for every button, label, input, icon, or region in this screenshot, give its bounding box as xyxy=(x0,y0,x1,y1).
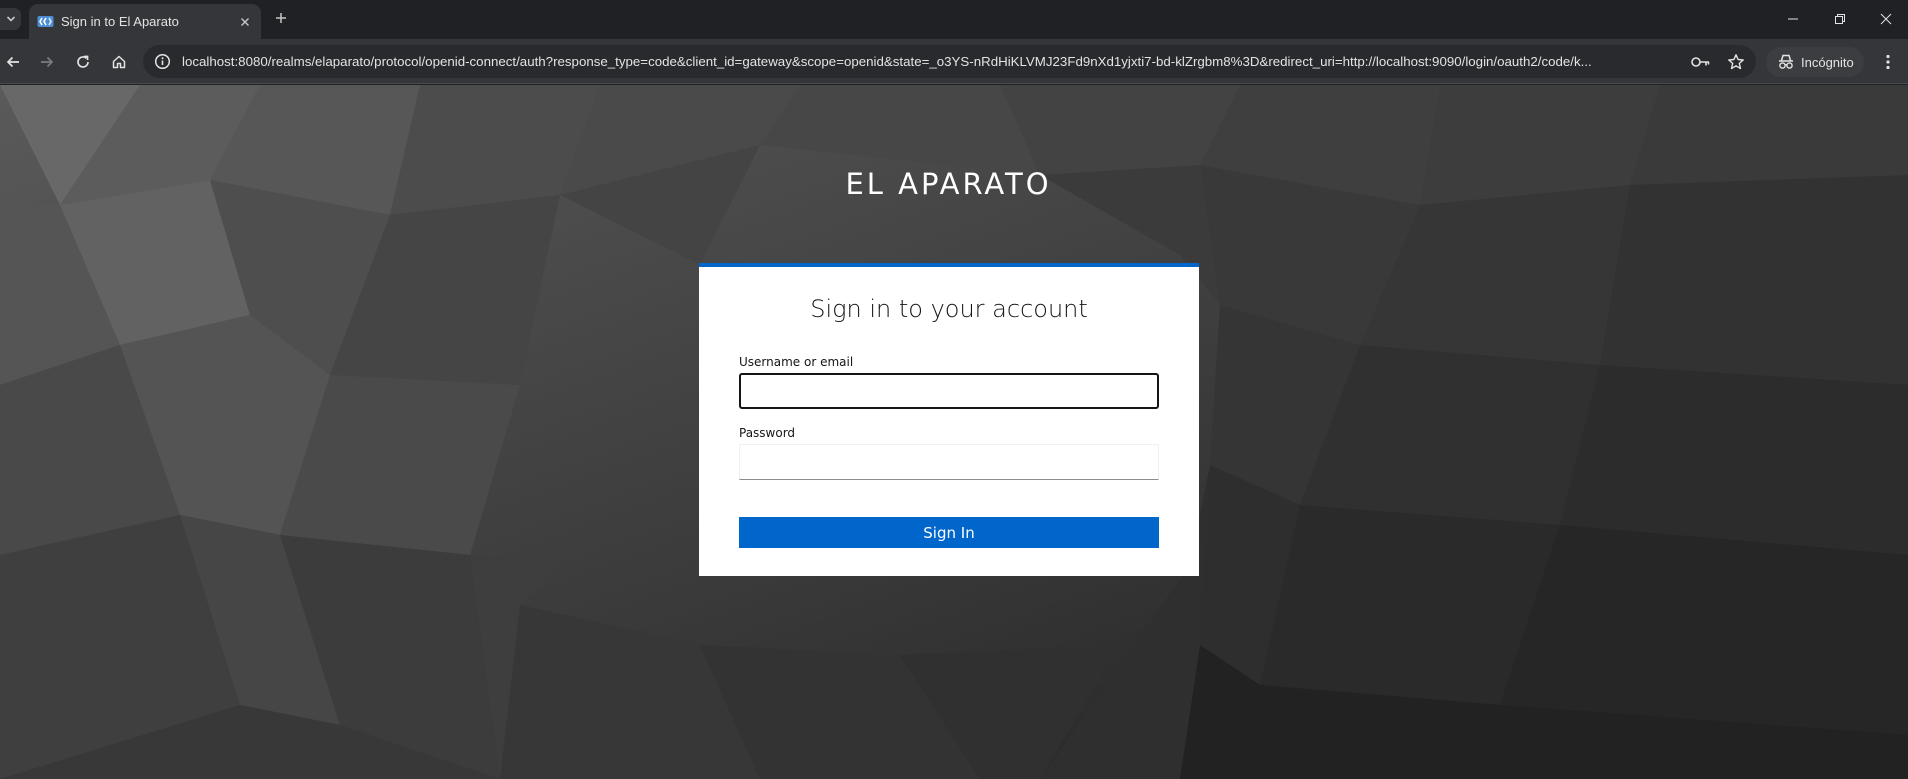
key-icon xyxy=(1691,56,1710,67)
url-text[interactable]: localhost:8080/realms/elaparato/protocol… xyxy=(182,54,1682,69)
active-tab[interactable]: Sign in to El Aparato xyxy=(29,4,261,39)
site-info-button[interactable] xyxy=(153,52,172,71)
keycloak-favicon-icon xyxy=(37,16,54,27)
home-icon xyxy=(112,55,126,69)
browser-menu-button[interactable] xyxy=(1878,51,1898,73)
kebab-menu-icon xyxy=(1886,54,1890,70)
forward-arrow-icon xyxy=(41,56,54,68)
bookmark-button[interactable] xyxy=(1726,52,1746,71)
login-heading: Sign in to your account xyxy=(810,295,1088,323)
minimize-icon xyxy=(1788,18,1798,20)
info-icon xyxy=(154,53,171,70)
reload-icon xyxy=(77,55,89,68)
close-window-button[interactable] xyxy=(1871,8,1901,30)
forward-button[interactable] xyxy=(34,49,60,75)
tab-search-button[interactable] xyxy=(0,8,21,30)
password-input[interactable] xyxy=(739,444,1159,480)
username-input[interactable] xyxy=(739,373,1159,409)
page-viewport: EL APARATO Sign in to your account Usern… xyxy=(0,85,1908,779)
home-button[interactable] xyxy=(106,49,132,75)
close-icon xyxy=(1880,13,1892,25)
password-manager-button[interactable] xyxy=(1691,53,1711,70)
browser-toolbar: localhost:8080/realms/elaparato/protocol… xyxy=(0,39,1908,84)
minimize-button[interactable] xyxy=(1778,8,1808,30)
username-label: Username or email xyxy=(739,355,854,369)
restore-button[interactable] xyxy=(1825,8,1855,30)
sign-in-button[interactable]: Sign In xyxy=(739,517,1159,548)
incognito-indicator[interactable]: Incógnito xyxy=(1766,47,1864,77)
new-tab-button[interactable] xyxy=(271,8,291,28)
back-arrow-icon xyxy=(6,56,19,68)
chevron-down-icon xyxy=(6,16,15,22)
tab-close-button[interactable] xyxy=(236,13,253,30)
incognito-label: Incógnito xyxy=(1801,54,1854,70)
back-button[interactable] xyxy=(0,49,26,75)
restore-icon xyxy=(1835,14,1845,24)
star-icon xyxy=(1728,53,1744,69)
incognito-icon xyxy=(1779,54,1793,69)
reload-button[interactable] xyxy=(70,49,96,75)
close-icon xyxy=(240,17,249,26)
tab-strip: Sign in to El Aparato xyxy=(0,0,1908,39)
login-card: Sign in to your account Username or emai… xyxy=(699,263,1199,576)
tab-title: Sign in to El Aparato xyxy=(61,14,179,29)
address-bar[interactable]: localhost:8080/realms/elaparato/protocol… xyxy=(143,45,1756,78)
plus-icon xyxy=(276,13,286,23)
password-label: Password xyxy=(739,426,796,440)
realm-brand-title: EL APARATO xyxy=(845,167,1052,201)
